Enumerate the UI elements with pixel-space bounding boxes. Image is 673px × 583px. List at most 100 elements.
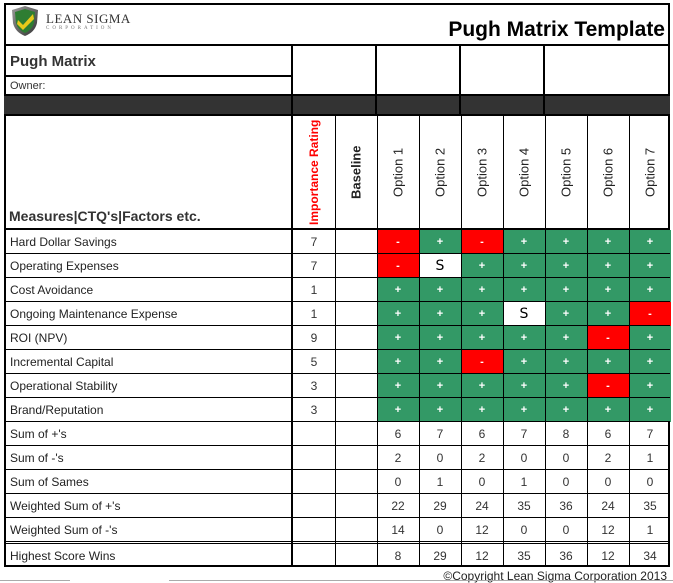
summary-value: 2 — [394, 451, 402, 465]
summary-value: 6 — [394, 427, 402, 441]
rating-better[interactable]: + — [587, 254, 629, 278]
divider — [459, 45, 461, 96]
rating-better[interactable]: + — [503, 254, 545, 278]
divider — [503, 116, 504, 228]
summary-value: 7 — [436, 427, 444, 441]
baseline-cell — [335, 374, 377, 398]
rating-better[interactable]: + — [587, 278, 629, 302]
rating-better[interactable]: + — [377, 398, 419, 422]
rating-better[interactable]: + — [461, 398, 503, 422]
option-header: Option 4 — [516, 147, 532, 197]
summary-value: 0 — [604, 475, 612, 489]
summary-value: 35 — [643, 499, 657, 513]
rating-better[interactable]: + — [503, 398, 545, 422]
divider — [587, 116, 588, 228]
summary-value: 7 — [520, 427, 528, 441]
rating-better[interactable]: + — [419, 302, 461, 326]
rating-better[interactable]: + — [587, 230, 629, 254]
rating-better[interactable]: + — [419, 398, 461, 422]
divider — [587, 230, 588, 567]
summary-value: 0 — [436, 451, 444, 465]
rating-worse[interactable]: - — [377, 230, 419, 254]
rating-better[interactable]: + — [545, 398, 587, 422]
rating-better[interactable]: + — [377, 302, 419, 326]
rating-better[interactable]: + — [545, 302, 587, 326]
baseline-header: Baseline — [348, 145, 364, 199]
rating-better[interactable]: + — [503, 278, 545, 302]
rating-better[interactable]: + — [629, 230, 671, 254]
rating-better[interactable]: + — [461, 374, 503, 398]
summary-label: Sum of +'s — [10, 427, 67, 441]
rating-better[interactable]: + — [545, 278, 587, 302]
logo-sub-text: CORPORATION — [46, 25, 115, 31]
divider — [291, 230, 293, 567]
divider — [629, 116, 630, 228]
rating-better[interactable]: + — [419, 350, 461, 374]
summary-value: 24 — [601, 499, 615, 513]
divider — [335, 116, 336, 228]
rating-better[interactable]: + — [629, 398, 671, 422]
rating-better[interactable]: + — [629, 350, 671, 374]
divider — [461, 230, 462, 567]
rating-better[interactable]: + — [419, 326, 461, 350]
rating-worse[interactable]: - — [461, 350, 503, 374]
rating-better[interactable]: + — [377, 278, 419, 302]
rating-better[interactable]: + — [587, 302, 629, 326]
rating-better[interactable]: + — [461, 254, 503, 278]
rating-better[interactable]: + — [629, 326, 671, 350]
baseline-cell — [335, 254, 377, 278]
baseline-cell — [335, 230, 377, 254]
rating-better[interactable]: + — [461, 326, 503, 350]
rating-better[interactable]: + — [545, 230, 587, 254]
rating-better[interactable]: + — [419, 374, 461, 398]
matrix-name: Pugh Matrix — [10, 52, 96, 70]
rating-same[interactable]: S — [419, 254, 461, 278]
option-header: Option 3 — [474, 147, 490, 197]
rating-better[interactable]: + — [545, 326, 587, 350]
baseline-cell — [335, 350, 377, 374]
rating-same[interactable]: S — [503, 302, 545, 326]
importance-rating: 1 — [310, 283, 318, 297]
rating-worse[interactable]: - — [461, 230, 503, 254]
final-score-value: 35 — [517, 549, 531, 563]
rating-better[interactable]: + — [545, 254, 587, 278]
importance-rating: 5 — [310, 355, 318, 369]
divider — [461, 116, 462, 228]
rating-worse[interactable]: - — [587, 374, 629, 398]
rating-better[interactable]: + — [587, 350, 629, 374]
page-title: Pugh Matrix Template — [448, 18, 665, 41]
importance-rating-header: Importance Rating — [307, 119, 321, 225]
summary-value: 2 — [604, 451, 612, 465]
importance-rating: 9 — [310, 331, 318, 345]
summary-value: 1 — [646, 451, 654, 465]
summary-value: 22 — [391, 499, 405, 513]
rating-better[interactable]: + — [629, 254, 671, 278]
rating-better[interactable]: + — [419, 278, 461, 302]
rating-worse[interactable]: - — [377, 254, 419, 278]
rating-better[interactable]: + — [377, 350, 419, 374]
final-score-label: Highest Score Wins — [10, 549, 116, 563]
summary-value: 2 — [478, 451, 486, 465]
option-header: Option 2 — [432, 147, 448, 197]
rating-better[interactable]: + — [461, 278, 503, 302]
rating-better[interactable]: + — [461, 302, 503, 326]
rating-better[interactable]: + — [587, 398, 629, 422]
summary-value: 0 — [520, 523, 528, 537]
rating-worse[interactable]: - — [587, 326, 629, 350]
summary-value: 12 — [601, 523, 615, 537]
divider — [629, 230, 630, 567]
importance-rating: 1 — [310, 307, 318, 321]
rating-better[interactable]: + — [503, 350, 545, 374]
rating-better[interactable]: + — [419, 230, 461, 254]
rating-better[interactable]: + — [629, 374, 671, 398]
rating-worse[interactable]: - — [629, 302, 671, 326]
rating-better[interactable]: + — [503, 230, 545, 254]
rating-better[interactable]: + — [377, 374, 419, 398]
rating-better[interactable]: + — [503, 326, 545, 350]
rating-better[interactable]: + — [503, 374, 545, 398]
summary-value: 35 — [517, 499, 531, 513]
rating-better[interactable]: + — [545, 374, 587, 398]
rating-better[interactable]: + — [377, 326, 419, 350]
rating-better[interactable]: + — [629, 278, 671, 302]
rating-better[interactable]: + — [545, 350, 587, 374]
